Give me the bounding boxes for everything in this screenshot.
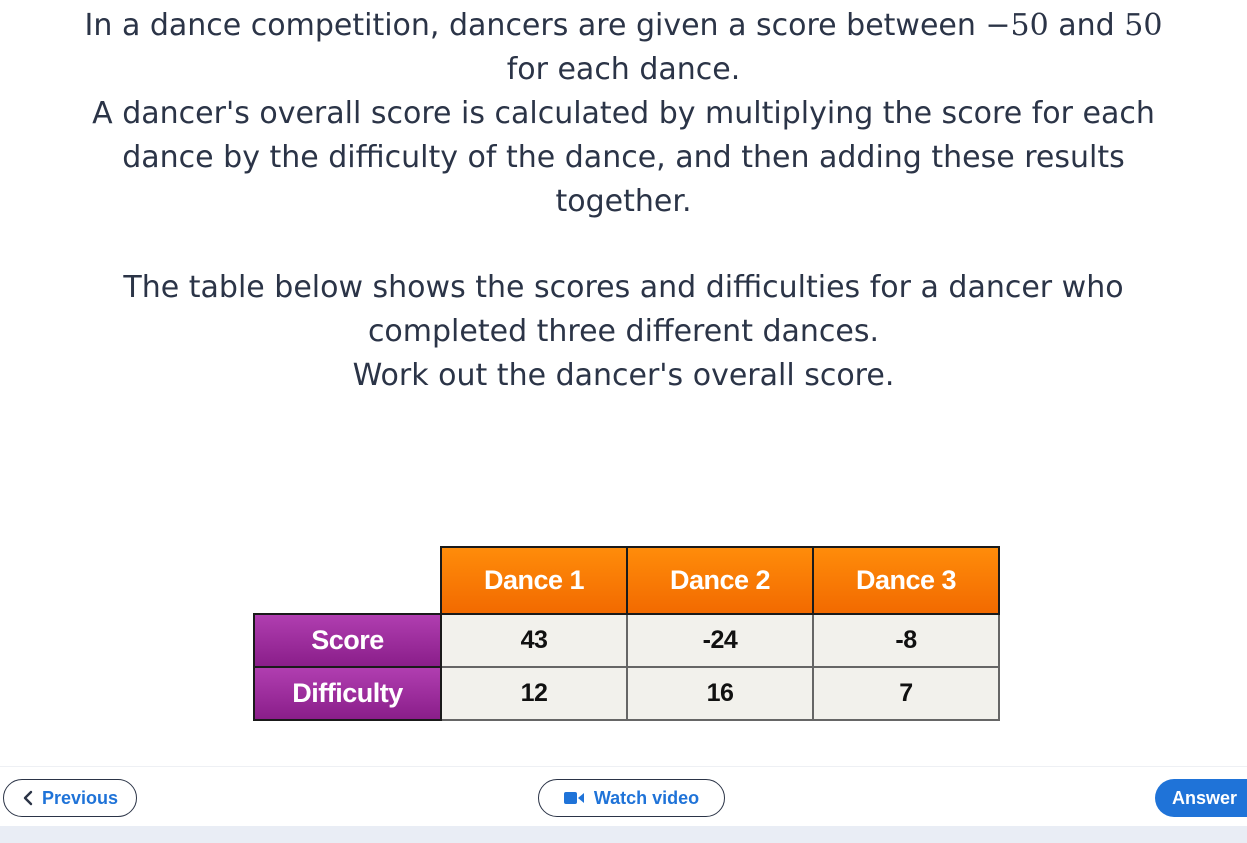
question-line-4: dance by the difficulty of the dance, an… [122,140,1125,175]
video-camera-icon [563,791,586,805]
table-row: Score 43 -24 -8 [253,613,1000,668]
chevron-left-icon [22,790,34,806]
question-page: In a dance competition, dancers are give… [0,0,1247,843]
previous-label: Previous [41,787,119,808]
table-header-row: Dance 1 Dance 2 Dance 3 [254,546,1000,615]
question-line-6: The table below shows the scores and dif… [123,270,1124,305]
column-header: Dance 2 [626,546,814,615]
table-cell: -8 [812,613,1000,668]
min-score: −50 [985,8,1049,43]
footer-divider [0,766,1247,767]
question-line-3: A dancer's overall score is calculated b… [92,96,1155,131]
watch-video-button[interactable]: Watch video [538,779,725,817]
max-score: 50 [1124,8,1163,43]
table-cell: 12 [440,666,628,721]
table-cell: -24 [626,613,814,668]
watch-video-label: Watch video [593,787,700,808]
answer-label: Answer [1172,787,1238,808]
column-header: Dance 3 [812,546,1000,615]
question-text: In a dance competition, dancers are give… [0,4,1247,398]
question-line-2: for each dance. [506,52,741,87]
row-header: Score [253,613,442,668]
table-cell: 16 [626,666,814,721]
table-cell: 7 [812,666,1000,721]
question-line-8: Work out the dancer's overall score. [352,358,895,393]
previous-button[interactable]: Previous [3,779,137,817]
question-line-7: completed three different dances. [367,314,880,349]
footer-band [0,826,1247,843]
table-corner [254,547,441,614]
scores-table: Dance 1 Dance 2 Dance 3 Score 43 -24 -8 … [253,546,1000,721]
column-header: Dance 1 [440,546,628,615]
table-row: Difficulty 12 16 7 [253,666,1000,721]
question-line-1: In a dance competition, dancers are give… [0,4,1247,48]
table-cell: 43 [440,613,628,668]
row-header: Difficulty [253,666,442,721]
question-text-part: and [1048,8,1125,43]
answer-button[interactable]: Answer [1155,779,1247,817]
question-line-5: together. [555,184,692,219]
question-text-part: In a dance competition, dancers are give… [84,8,986,43]
